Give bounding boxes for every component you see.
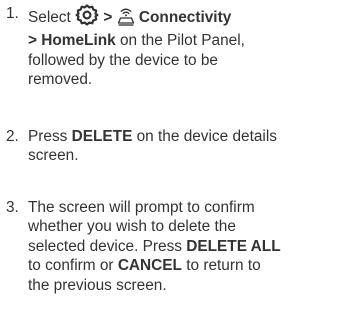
step-text: Press DELETE on the device details scree…: [28, 127, 354, 166]
delete-all-label: DELETE ALL: [186, 237, 281, 255]
step-text-fragment: to confirm or: [28, 257, 114, 275]
connectivity-icon: [117, 6, 135, 31]
step-line: screen.: [28, 147, 79, 165]
step-line: followed by the device to be: [28, 51, 218, 69]
step-text: Select > Connectivity > HomeLink on the …: [28, 4, 354, 90]
step-line: removed.: [28, 71, 93, 89]
cancel-label: CANCEL: [117, 257, 182, 275]
step-line: Press DELETE on the device details: [28, 127, 354, 146]
step-line: Select > Connectivity: [28, 4, 354, 31]
separator-gt: >: [28, 32, 37, 50]
step-number: 2.: [6, 128, 19, 145]
step-line: selected device. Press DELETE ALL: [28, 237, 354, 256]
step-number: 1.: [6, 5, 19, 22]
step-line: the previous screen.: [28, 276, 167, 294]
delete-label: DELETE: [71, 128, 133, 145]
step-line: whether you wish to delete the: [28, 218, 236, 236]
step-number: 3.: [6, 199, 19, 216]
separator-gt: >: [103, 9, 113, 26]
step-text-fragment: on the Pilot Panel,: [119, 32, 245, 50]
step-line: to confirm or CANCEL to return to: [28, 256, 354, 275]
step-line: > HomeLink on the Pilot Panel,: [28, 31, 354, 50]
step-text-fragment: to return to: [186, 257, 261, 275]
step-text: The screen will prompt to confirm whethe…: [28, 198, 354, 295]
select-text: Select: [28, 9, 71, 26]
step-line: The screen will prompt to confirm: [28, 199, 255, 216]
step-text-fragment: selected device. Press: [28, 237, 182, 255]
homelink-label: HomeLink: [41, 32, 116, 50]
step-text-fragment: on the device details: [136, 128, 277, 145]
connectivity-label: Connectivity: [138, 9, 232, 26]
gear-icon: [75, 4, 99, 31]
step-text-fragment: Press: [28, 128, 68, 145]
